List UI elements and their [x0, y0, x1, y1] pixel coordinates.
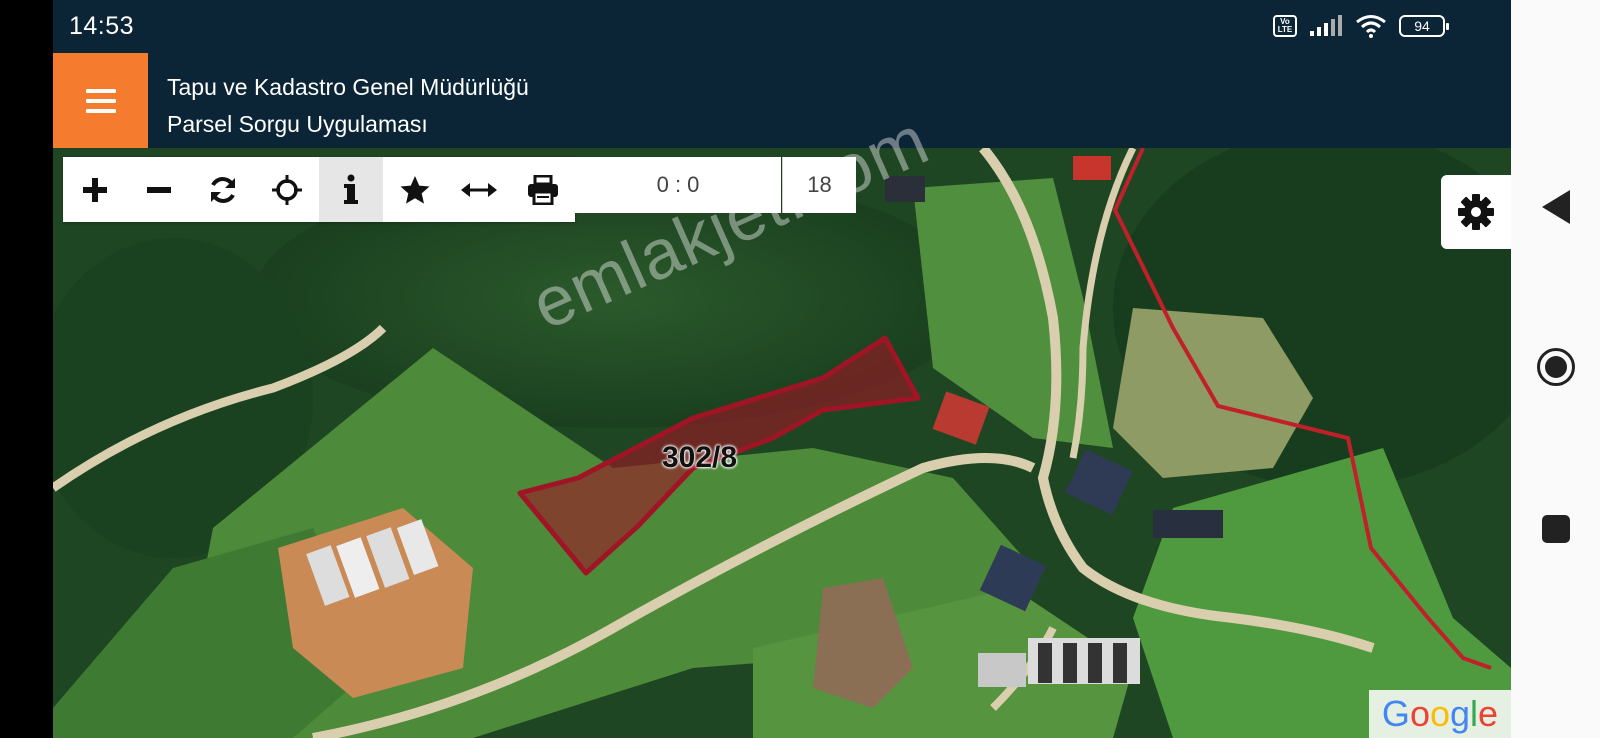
wifi-icon: [1356, 15, 1386, 38]
recents-icon: [1541, 515, 1570, 543]
favorite-button[interactable]: [383, 157, 447, 222]
app-title: Tapu ve Kadastro Genel Müdürlüğü Parsel …: [167, 69, 529, 143]
volte-icon: Vo LTE: [1273, 15, 1297, 37]
info-button[interactable]: [319, 157, 383, 222]
app-title-line2: Parsel Sorgu Uygulaması: [167, 111, 428, 137]
system-navigation-bar: [1511, 0, 1600, 738]
settings-button[interactable]: [1441, 175, 1511, 249]
print-button[interactable]: [511, 157, 575, 222]
parcel-label[interactable]: 302/8: [662, 441, 737, 475]
zoom-level-readout: 18: [782, 157, 856, 213]
zoom-out-icon: [147, 186, 171, 193]
refresh-icon: [211, 176, 235, 203]
print-icon: [528, 174, 558, 205]
app-title-line1: Tapu ve Kadastro Genel Müdürlüğü: [167, 74, 529, 100]
app-header: Tapu ve Kadastro Genel Müdürlüğü Parsel …: [53, 53, 1511, 148]
back-icon: [1541, 190, 1570, 224]
measure-button[interactable]: [447, 157, 511, 222]
recents-button[interactable]: [1511, 494, 1600, 564]
google-attribution: Google: [1369, 690, 1511, 738]
zoom-out-button[interactable]: [127, 157, 191, 222]
locate-icon: [272, 174, 302, 205]
hamburger-menu-icon: [85, 88, 116, 93]
battery-icon: 94: [1399, 15, 1449, 37]
info-icon: [344, 174, 358, 204]
status-clock: 14:53: [69, 12, 135, 40]
status-bar: 14:53 Vo LTE 94: [53, 0, 1511, 53]
device-bezel: [0, 0, 53, 738]
gear-icon: [1458, 194, 1494, 230]
map-toolbar: [63, 157, 575, 222]
coordinate-readout: 0 : 0: [575, 157, 781, 213]
star-icon: [400, 175, 430, 204]
back-button[interactable]: [1511, 172, 1600, 242]
locate-button[interactable]: [255, 157, 319, 222]
menu-button[interactable]: [53, 53, 148, 148]
status-icons: Vo LTE 94: [1273, 14, 1449, 38]
refresh-button[interactable]: [191, 157, 255, 222]
home-button[interactable]: [1511, 332, 1600, 402]
signal-icon: [1310, 15, 1342, 36]
zoom-in-icon: [83, 177, 107, 202]
home-icon: [1536, 348, 1575, 386]
measure-icon: [461, 182, 497, 197]
zoom-in-button[interactable]: [63, 157, 127, 222]
